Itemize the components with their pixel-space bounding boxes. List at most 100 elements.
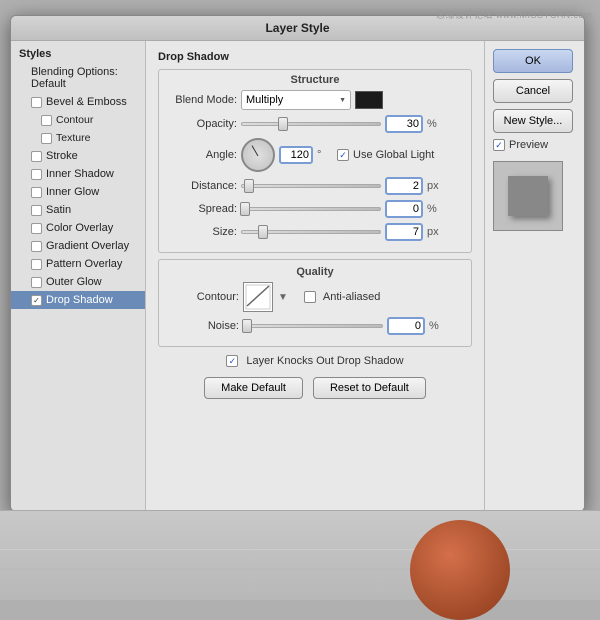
- spread-label: Spread:: [167, 203, 237, 215]
- sidebar-item-texture[interactable]: Texture: [11, 129, 145, 147]
- distance-row: Distance: px: [167, 177, 463, 195]
- layer-knocks-label: Layer Knocks Out Drop Shadow: [246, 355, 403, 367]
- texture-label: Texture: [56, 132, 90, 144]
- sidebar-item-color-overlay[interactable]: Color Overlay: [11, 219, 145, 237]
- layer-knocks-checkbox[interactable]: [226, 355, 238, 367]
- bottom-buttons: Make Default Reset to Default: [158, 377, 472, 399]
- layer-style-dialog: Layer Style Styles Blending Options: Def…: [10, 15, 585, 512]
- anti-alias-label: Anti-aliased: [323, 291, 380, 303]
- sidebar-item-drop-shadow[interactable]: Drop Shadow: [11, 291, 145, 309]
- inner-glow-checkbox[interactable]: [31, 187, 42, 198]
- reset-to-default-button[interactable]: Reset to Default: [313, 377, 426, 399]
- angle-label: Angle:: [167, 149, 237, 161]
- blend-mode-select[interactable]: Multiply: [241, 90, 351, 110]
- watermark: 思缘设计论坛 www.MISSYUAN.com: [436, 8, 592, 21]
- satin-checkbox[interactable]: [31, 205, 42, 216]
- section-title: Drop Shadow: [158, 51, 472, 63]
- pattern-overlay-checkbox[interactable]: [31, 259, 42, 270]
- color-overlay-label: Color Overlay: [46, 222, 113, 234]
- inner-glow-label: Inner Glow: [46, 186, 99, 198]
- distance-label: Distance:: [167, 180, 237, 192]
- opacity-input[interactable]: 30: [385, 115, 423, 133]
- stroke-checkbox[interactable]: [31, 151, 42, 162]
- blend-mode-label: Blend Mode:: [167, 94, 237, 106]
- sidebar-item-satin[interactable]: Satin: [11, 201, 145, 219]
- contour-svg: [245, 284, 271, 310]
- gradient-overlay-label: Gradient Overlay: [46, 240, 129, 252]
- sidebar-item-gradient-overlay[interactable]: Gradient Overlay: [11, 237, 145, 255]
- canvas-stripe-bottom: [0, 568, 600, 570]
- size-slider[interactable]: [241, 230, 381, 234]
- spread-input[interactable]: [385, 200, 423, 218]
- ok-button[interactable]: OK: [493, 49, 573, 73]
- use-global-light-label: Use Global Light: [353, 149, 434, 161]
- preview-label-row: Preview: [493, 139, 576, 151]
- inner-shadow-label: Inner Shadow: [46, 168, 114, 180]
- quality-title: Quality: [169, 266, 461, 278]
- bevel-label: Bevel & Emboss: [46, 96, 127, 108]
- size-label: Size:: [167, 226, 237, 238]
- distance-unit: px: [427, 180, 443, 192]
- sidebar-item-contour[interactable]: Contour: [11, 111, 145, 129]
- angle-dial[interactable]: [241, 138, 275, 172]
- anti-alias-checkbox[interactable]: [304, 291, 316, 303]
- right-panel: OK Cancel New Style... Preview: [484, 41, 584, 511]
- contour-checkbox[interactable]: [41, 115, 52, 126]
- opacity-row: Opacity: 30 %: [167, 115, 463, 133]
- sidebar-item-bevel[interactable]: Bevel & Emboss: [11, 93, 145, 111]
- blend-mode-value: Multiply: [246, 94, 283, 106]
- canvas-stripe-top: [0, 549, 600, 550]
- main-content: Drop Shadow Structure Blend Mode: Multip…: [146, 41, 484, 511]
- texture-checkbox[interactable]: [41, 133, 52, 144]
- pattern-overlay-label: Pattern Overlay: [46, 258, 122, 270]
- distance-input[interactable]: [385, 177, 423, 195]
- cancel-button[interactable]: Cancel: [493, 79, 573, 103]
- inner-shadow-checkbox[interactable]: [31, 169, 42, 180]
- quality-section: Quality Contour: ▼ Anti-aliased: [158, 259, 472, 347]
- new-style-button[interactable]: New Style...: [493, 109, 573, 133]
- angle-input[interactable]: [279, 146, 313, 164]
- opacity-unit: %: [427, 118, 443, 130]
- color-overlay-checkbox[interactable]: [31, 223, 42, 234]
- sidebar-styles-label: Styles: [11, 45, 145, 63]
- spread-slider[interactable]: [241, 207, 381, 211]
- preview-checkbox[interactable]: [493, 139, 505, 151]
- size-unit: px: [427, 226, 443, 238]
- blend-mode-row: Blend Mode: Multiply: [167, 90, 463, 110]
- use-global-light-checkbox[interactable]: [337, 149, 349, 161]
- opacity-slider[interactable]: [241, 122, 381, 126]
- sidebar-item-outer-glow[interactable]: Outer Glow: [11, 273, 145, 291]
- make-default-button[interactable]: Make Default: [204, 377, 303, 399]
- outer-glow-checkbox[interactable]: [31, 277, 42, 288]
- title-text: Layer Style: [265, 21, 329, 35]
- size-input[interactable]: [385, 223, 423, 241]
- sidebar-item-inner-glow[interactable]: Inner Glow: [11, 183, 145, 201]
- sidebar-item-stroke[interactable]: Stroke: [11, 147, 145, 165]
- structure-box: Structure Blend Mode: Multiply Opacity: …: [158, 69, 472, 253]
- size-row: Size: px: [167, 223, 463, 241]
- preview-box: [493, 161, 563, 231]
- noise-label: Noise:: [169, 320, 239, 332]
- satin-label: Satin: [46, 204, 71, 216]
- spread-unit: %: [427, 203, 443, 215]
- sidebar-item-pattern-overlay[interactable]: Pattern Overlay: [11, 255, 145, 273]
- contour-preview[interactable]: [243, 282, 273, 312]
- drop-shadow-checkbox[interactable]: [31, 295, 42, 306]
- stroke-label: Stroke: [46, 150, 78, 162]
- noise-slider[interactable]: [243, 324, 383, 328]
- preview-label: Preview: [509, 139, 548, 151]
- angle-unit: °: [317, 149, 333, 161]
- blend-color-swatch[interactable]: [355, 91, 383, 109]
- contour-row: Contour: ▼ Anti-aliased: [169, 282, 461, 312]
- canvas-circle: [410, 520, 510, 620]
- sidebar-item-inner-shadow[interactable]: Inner Shadow: [11, 165, 145, 183]
- distance-slider[interactable]: [241, 184, 381, 188]
- gradient-overlay-checkbox[interactable]: [31, 241, 42, 252]
- contour-arrow: ▼: [278, 292, 288, 303]
- noise-row: Noise: %: [169, 317, 461, 335]
- noise-input[interactable]: [387, 317, 425, 335]
- opacity-label: Opacity:: [167, 118, 237, 130]
- sidebar-item-blending[interactable]: Blending Options: Default: [11, 63, 145, 93]
- bevel-checkbox[interactable]: [31, 97, 42, 108]
- structure-title: Structure: [167, 74, 463, 86]
